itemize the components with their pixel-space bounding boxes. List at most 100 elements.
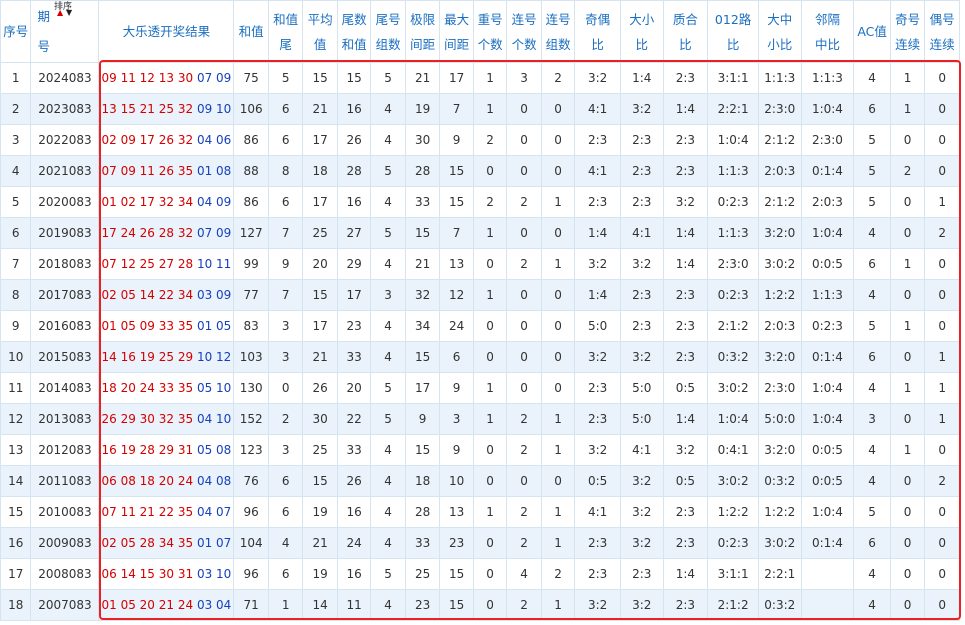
big-mid-small-cell: 3:0:2 — [757, 527, 802, 559]
sort-control[interactable]: 排序 ▲ ▼ — [54, 2, 78, 34]
tail-groups-cell: 4 — [370, 434, 406, 466]
consec-count-cell: 0 — [506, 465, 542, 497]
header-tail-sum: 尾数 和值 — [336, 0, 372, 63]
index-cell: 2 — [0, 93, 32, 125]
avg-cell: 30 — [302, 403, 338, 435]
odd-even-cell: 4:1 — [574, 93, 621, 125]
sum-tail-cell: 5 — [267, 62, 304, 94]
max-gap-cell: 15 — [439, 558, 474, 590]
big-mid-small-cell: 2:1:2 — [757, 186, 802, 218]
big-small-cell: 2:3 — [619, 155, 664, 187]
max-gap-cell: 7 — [439, 93, 474, 125]
even-consec-cell: 1 — [924, 186, 960, 218]
odd-even-cell: 5:0 — [574, 310, 621, 342]
sum-tail-cell: 2 — [267, 403, 304, 435]
avg-cell: 18 — [302, 155, 338, 187]
sum-cell: 152 — [233, 403, 269, 435]
extreme-cell: 34 — [404, 310, 441, 342]
avg-cell: 21 — [302, 527, 338, 559]
skip-cell: 1:0:4 — [800, 93, 855, 125]
result-cell: 09 11 12 13 30 07 09 — [98, 62, 235, 94]
table-row: 10 2015083 14 16 19 25 29 10 12 103 3 21 33 4 15… — [0, 341, 960, 373]
even-consec-cell: 0 — [924, 589, 960, 621]
header-extreme: 极限 间距 — [404, 0, 441, 63]
tail-sum-cell: 24 — [336, 527, 372, 559]
index-cell: 8 — [0, 279, 32, 311]
even-consec-cell: 0 — [924, 434, 960, 466]
extreme-cell: 21 — [404, 248, 441, 280]
avg-cell: 19 — [302, 496, 338, 528]
even-consec-cell: 0 — [924, 124, 960, 156]
sum-cell: 99 — [233, 248, 269, 280]
ac-cell: 4 — [853, 465, 891, 497]
repeat-cell: 0 — [472, 527, 508, 559]
big-small-cell: 2:3 — [619, 558, 664, 590]
sort-desc-icon[interactable]: ▼ — [66, 9, 72, 17]
avg-cell: 26 — [302, 372, 338, 404]
repeat-cell: 1 — [472, 62, 508, 94]
route012-cell: 3:0:2 — [707, 372, 759, 404]
max-gap-cell: 15 — [439, 589, 474, 621]
consec-count-cell: 0 — [506, 372, 542, 404]
big-mid-small-cell: 2:3:0 — [757, 372, 802, 404]
avg-cell: 17 — [302, 310, 338, 342]
odd-even-cell: 3:2 — [574, 62, 621, 94]
big-small-cell: 3:2 — [619, 527, 664, 559]
tail-sum-cell: 28 — [336, 155, 372, 187]
odd-even-cell: 3:2 — [574, 341, 621, 373]
table-row: 7 2018083 07 12 25 27 28 10 11 99 9 20 29 4 21 13… — [0, 248, 960, 280]
front-numbers: 07 09 11 26 35 — [101, 164, 194, 178]
avg-cell: 21 — [302, 93, 338, 125]
avg-cell: 15 — [302, 62, 338, 94]
ac-cell: 6 — [853, 527, 891, 559]
consec-groups-cell: 1 — [540, 186, 576, 218]
ac-cell: 4 — [853, 558, 891, 590]
ac-cell: 4 — [853, 279, 891, 311]
tail-sum-cell: 29 — [336, 248, 372, 280]
front-numbers: 07 11 21 22 35 — [101, 505, 194, 519]
even-consec-cell: 1 — [924, 403, 960, 435]
header-sum-tail: 和值尾 — [267, 0, 304, 63]
table-row: 15 2010083 07 11 21 22 35 04 07 96 6 19 16 4 28 1… — [0, 496, 960, 528]
ac-cell: 6 — [853, 341, 891, 373]
sort-asc-icon[interactable]: ▲ — [57, 9, 63, 17]
route012-cell: 0:2:3 — [707, 527, 759, 559]
sum-tail-cell: 1 — [267, 589, 304, 621]
header-odd-even: 奇偶比 — [574, 0, 621, 63]
issue-cell: 2007083 — [30, 589, 100, 621]
avg-cell: 17 — [302, 186, 338, 218]
sum-tail-cell: 9 — [267, 248, 304, 280]
odd-consec-cell: 1 — [889, 93, 926, 125]
result-cell: 14 16 19 25 29 10 12 — [98, 341, 235, 373]
index-cell: 17 — [0, 558, 32, 590]
issue-cell: 2023083 — [30, 93, 100, 125]
big-mid-small-cell: 0:3:2 — [757, 589, 802, 621]
repeat-cell: 0 — [472, 155, 508, 187]
front-numbers: 16 19 28 29 31 — [101, 443, 194, 457]
sum-tail-cell: 8 — [267, 155, 304, 187]
header-even-consec: 偶号 连续 — [924, 0, 960, 63]
tail-groups-cell: 5 — [370, 558, 406, 590]
big-mid-small-cell: 2:2:1 — [757, 558, 802, 590]
consec-groups-cell: 2 — [540, 62, 576, 94]
header-sum: 和值 — [233, 0, 269, 63]
extreme-cell: 9 — [404, 403, 441, 435]
header-row: 序号 期 排序 ▲ ▼ 号 大乐透开奖结果 和值 和值尾 平均值 尾数 和值 尾号… — [0, 0, 960, 63]
consec-groups-cell: 0 — [540, 217, 576, 249]
even-consec-cell: 0 — [924, 62, 960, 94]
repeat-cell: 0 — [472, 558, 508, 590]
route012-cell: 0:4:1 — [707, 434, 759, 466]
tail-sum-cell: 26 — [336, 465, 372, 497]
tail-sum-cell: 27 — [336, 217, 372, 249]
even-consec-cell: 1 — [924, 372, 960, 404]
max-gap-cell: 12 — [439, 279, 474, 311]
index-cell: 5 — [0, 186, 32, 218]
odd-even-cell: 2:3 — [574, 124, 621, 156]
max-gap-cell: 9 — [439, 124, 474, 156]
tail-sum-cell: 17 — [336, 279, 372, 311]
tail-groups-cell: 5 — [370, 155, 406, 187]
header-issue[interactable]: 期 排序 ▲ ▼ 号 — [30, 0, 100, 63]
skip-cell: 2:3:0 — [800, 124, 855, 156]
route012-cell: 0:2:3 — [707, 186, 759, 218]
tail-groups-cell: 4 — [370, 93, 406, 125]
